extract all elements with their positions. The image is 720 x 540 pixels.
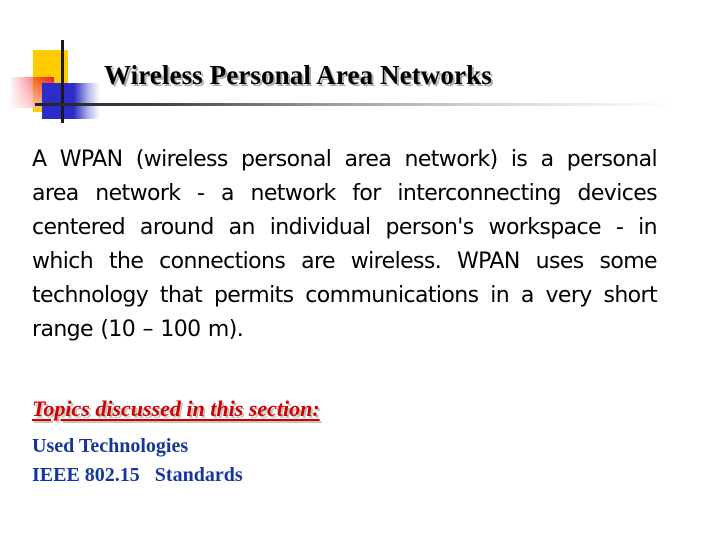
topics-heading: Topics discussed in this section: xyxy=(32,396,320,421)
body-paragraph: A WPAN (wireless personal area network) … xyxy=(32,147,658,342)
logo-vertical-line xyxy=(61,40,64,123)
slide: Wireless Personal Area Networks A WPAN (… xyxy=(0,0,720,540)
slide-title: Wireless Personal Area Networks xyxy=(104,60,492,90)
topic-item: IEEE 802.15 Standards xyxy=(32,464,243,486)
logo-blue-gradient-block xyxy=(42,83,100,119)
title-underline-rule xyxy=(35,103,675,106)
topics-list: Used Technologies IEEE 802.15 Standards xyxy=(32,432,243,490)
topic-item: Used Technologies xyxy=(32,435,189,457)
